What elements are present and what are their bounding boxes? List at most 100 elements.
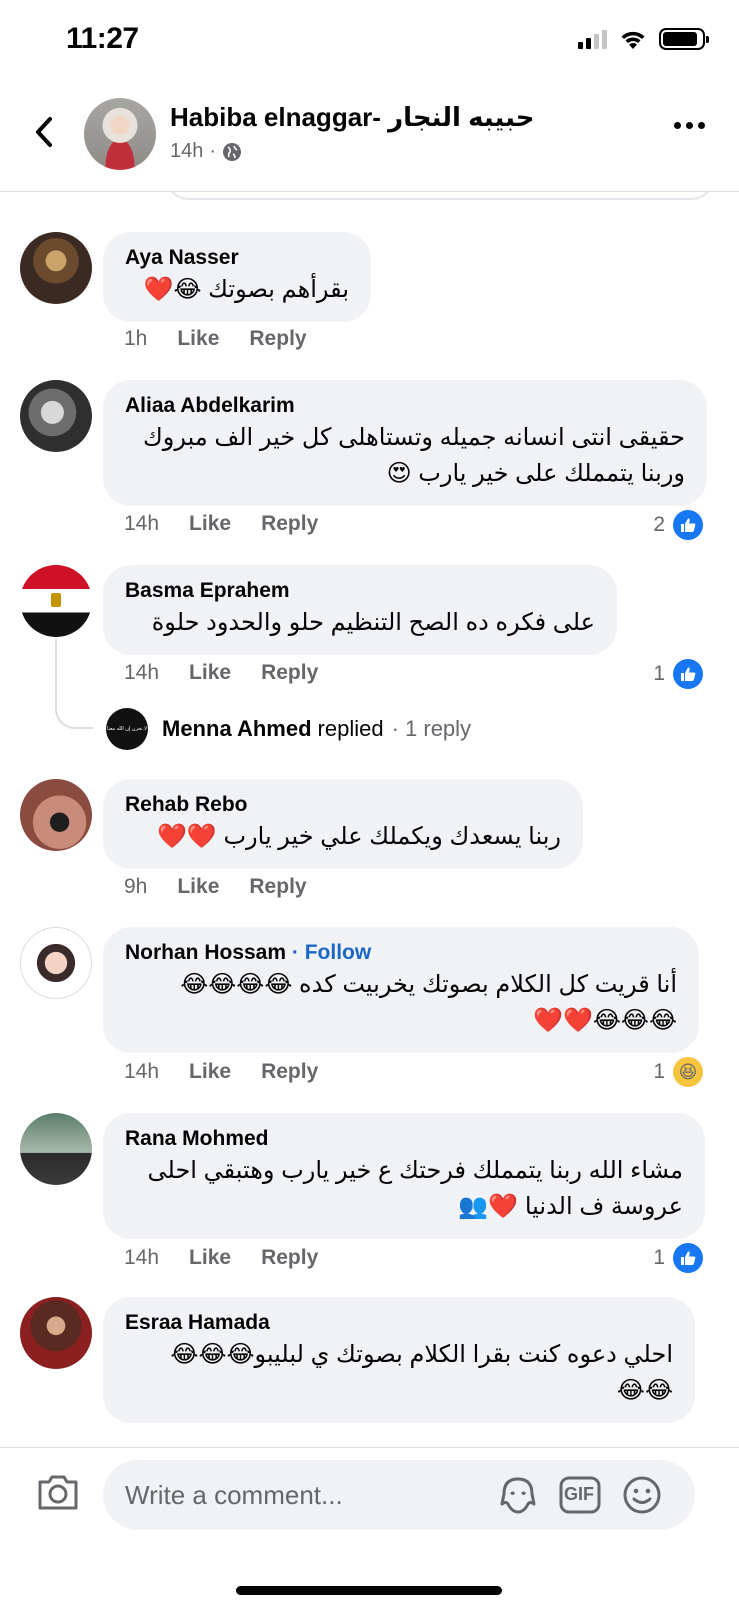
author-name[interactable]: Habiba elnaggar- حبيبه النجار: [170, 102, 534, 133]
comment-bubble[interactable]: Rana Mohmed مشاء الله ربنا يتمملك فرحتك …: [103, 1113, 705, 1239]
more-options-button[interactable]: [674, 122, 705, 129]
comment-input[interactable]: [103, 1460, 695, 1530]
like-button[interactable]: Like: [189, 512, 231, 536]
comments-list[interactable]: Aya Nasser بقرأهم بصوتك 😂❤️ 1h Like Repl…: [0, 192, 739, 1447]
chevron-left-icon: [36, 117, 52, 147]
commenter-name[interactable]: Aliaa Abdelkarim: [125, 392, 685, 420]
comment-text: بقرأهم بصوتك 😂❤️: [143, 276, 349, 303]
like-button[interactable]: Like: [177, 327, 219, 351]
avatar-sticker-button[interactable]: [496, 1474, 540, 1521]
reply-author: Menna Ahmed: [162, 716, 312, 741]
comment-bubble[interactable]: Norhan Hossam · Follow أنا قريت كل الكلا…: [103, 927, 699, 1053]
comment-actions: 1h Like Reply: [124, 327, 307, 351]
globe-icon: [223, 142, 242, 161]
post-meta: 14h ·: [170, 140, 242, 163]
comment-time[interactable]: 9h: [124, 875, 147, 899]
comment-time[interactable]: 14h: [124, 512, 159, 536]
comment-text: مشاء الله ربنا يتمملك فرحتك ع خير يارب و…: [147, 1157, 684, 1220]
gif-button[interactable]: GIF: [558, 1474, 602, 1521]
comment-actions: 9h Like Reply: [124, 875, 307, 899]
reply-button[interactable]: Reply: [261, 1060, 318, 1084]
comment-actions: 14h Like Reply: [124, 661, 318, 685]
comment-actions: 14h Like Reply: [124, 512, 318, 536]
reaction-summary[interactable]: 2: [653, 510, 703, 540]
reaction-count: 1: [653, 1246, 665, 1269]
reply-avatar: لا تحزن إن الله معنا: [106, 708, 148, 750]
emoji-button[interactable]: [620, 1474, 664, 1521]
comment-actions: 14h Like Reply: [124, 1246, 318, 1270]
back-button[interactable]: [24, 112, 64, 152]
status-time: 11:27: [66, 22, 139, 55]
commenter-avatar[interactable]: [20, 232, 92, 304]
commenter-avatar[interactable]: [20, 779, 92, 851]
commenter-name: Norhan Hossam · Follow: [125, 939, 677, 967]
reaction-summary[interactable]: 1: [653, 659, 703, 689]
comment-time[interactable]: 14h: [124, 1246, 159, 1270]
reply-avatar-text: لا تحزن إن الله معنا: [107, 726, 147, 732]
status-icons: [578, 28, 709, 50]
like-button[interactable]: Like: [177, 875, 219, 899]
reply-button[interactable]: Reply: [249, 327, 306, 351]
smiley-icon: [623, 1476, 661, 1514]
comment-time[interactable]: 14h: [124, 661, 159, 685]
like-button[interactable]: Like: [189, 1246, 231, 1270]
comment-bubble[interactable]: Rehab Rebo ربنا يسعدك ويكملك علي خير يار…: [103, 779, 583, 869]
reply-button[interactable]: Reply: [261, 1246, 318, 1270]
reaction-summary[interactable]: 1: [653, 1243, 703, 1273]
commenter-name[interactable]: Rana Mohmed: [125, 1125, 683, 1153]
comment-time[interactable]: 1h: [124, 327, 147, 351]
reply-thread-line: [55, 639, 93, 729]
comment-bubble[interactable]: Aliaa Abdelkarim حقيقى انتى انسانه جميله…: [103, 380, 707, 506]
reply-verb: replied: [317, 716, 384, 741]
commenter-name[interactable]: Basma Eprahem: [125, 577, 595, 605]
comment-text: احلي دعوه كنت بقرا الكلام بصوتك ي لبليبو…: [170, 1341, 673, 1404]
post-header: Habiba elnaggar- حبيبه النجار 14h ·: [0, 84, 739, 192]
comment-actions: 14h Like Reply: [124, 1060, 318, 1084]
wifi-icon: [621, 31, 645, 49]
home-indicator[interactable]: [236, 1586, 502, 1595]
thumbs-up-icon: [673, 510, 703, 540]
like-button[interactable]: Like: [189, 1060, 231, 1084]
comment-text: أنا قريت كل الكلام بصوتك يخربيت كده 😂😂😂😂…: [180, 971, 677, 1034]
thumbs-up-icon: [673, 1243, 703, 1273]
comment-text: ربنا يسعدك ويكملك علي خير يارب ❤️❤️: [157, 823, 561, 850]
battery-icon: [659, 28, 709, 50]
cellular-signal-icon: [578, 29, 607, 49]
comment-composer: GIF: [0, 1447, 739, 1600]
commenter-name[interactable]: Aya Nasser: [125, 244, 349, 272]
camera-button[interactable]: [36, 1472, 80, 1517]
commenter-name[interactable]: Norhan Hossam: [125, 941, 286, 964]
commenter-avatar[interactable]: [20, 1297, 92, 1369]
reply-button[interactable]: Reply: [249, 875, 306, 899]
status-bar: 11:27: [0, 0, 739, 80]
commenter-avatar[interactable]: [20, 565, 92, 637]
avatar-sticker-icon: [500, 1477, 536, 1514]
follow-button[interactable]: · Follow: [292, 941, 371, 964]
commenter-avatar[interactable]: [20, 1113, 92, 1185]
view-replies-link[interactable]: لا تحزن إن الله معنا Menna Ahmed replied…: [106, 708, 471, 750]
reply-button[interactable]: Reply: [261, 661, 318, 685]
reaction-count: 1: [653, 1060, 665, 1083]
previous-comment-stub: [165, 192, 715, 200]
reaction-summary[interactable]: 1 😆: [653, 1057, 703, 1087]
comment-bubble[interactable]: Esraa Hamada احلي دعوه كنت بقرا الكلام ب…: [103, 1297, 695, 1423]
commenter-avatar[interactable]: [20, 927, 92, 999]
reply-button[interactable]: Reply: [261, 512, 318, 536]
reaction-count: 1: [653, 662, 665, 685]
comment-bubble[interactable]: Aya Nasser بقرأهم بصوتك 😂❤️: [103, 232, 371, 322]
commenter-name[interactable]: Esraa Hamada: [125, 1309, 673, 1337]
gif-label: GIF: [564, 1484, 594, 1504]
reaction-count: 2: [653, 513, 665, 536]
haha-reaction-icon: 😆: [673, 1057, 703, 1087]
like-button[interactable]: Like: [189, 661, 231, 685]
author-avatar[interactable]: [84, 98, 156, 170]
comment-time[interactable]: 14h: [124, 1060, 159, 1084]
thumbs-up-icon: [673, 659, 703, 689]
comment-text: حقيقى انتى انسانه جميله وتستاهلى كل خير …: [143, 424, 685, 487]
meta-separator: ·: [209, 140, 217, 162]
post-time[interactable]: 14h: [170, 140, 203, 163]
reply-count: · 1 reply: [391, 716, 472, 741]
comment-bubble[interactable]: Basma Eprahem على فكره ده الصح التنظيم ح…: [103, 565, 617, 655]
commenter-avatar[interactable]: [20, 380, 92, 452]
commenter-name[interactable]: Rehab Rebo: [125, 791, 561, 819]
